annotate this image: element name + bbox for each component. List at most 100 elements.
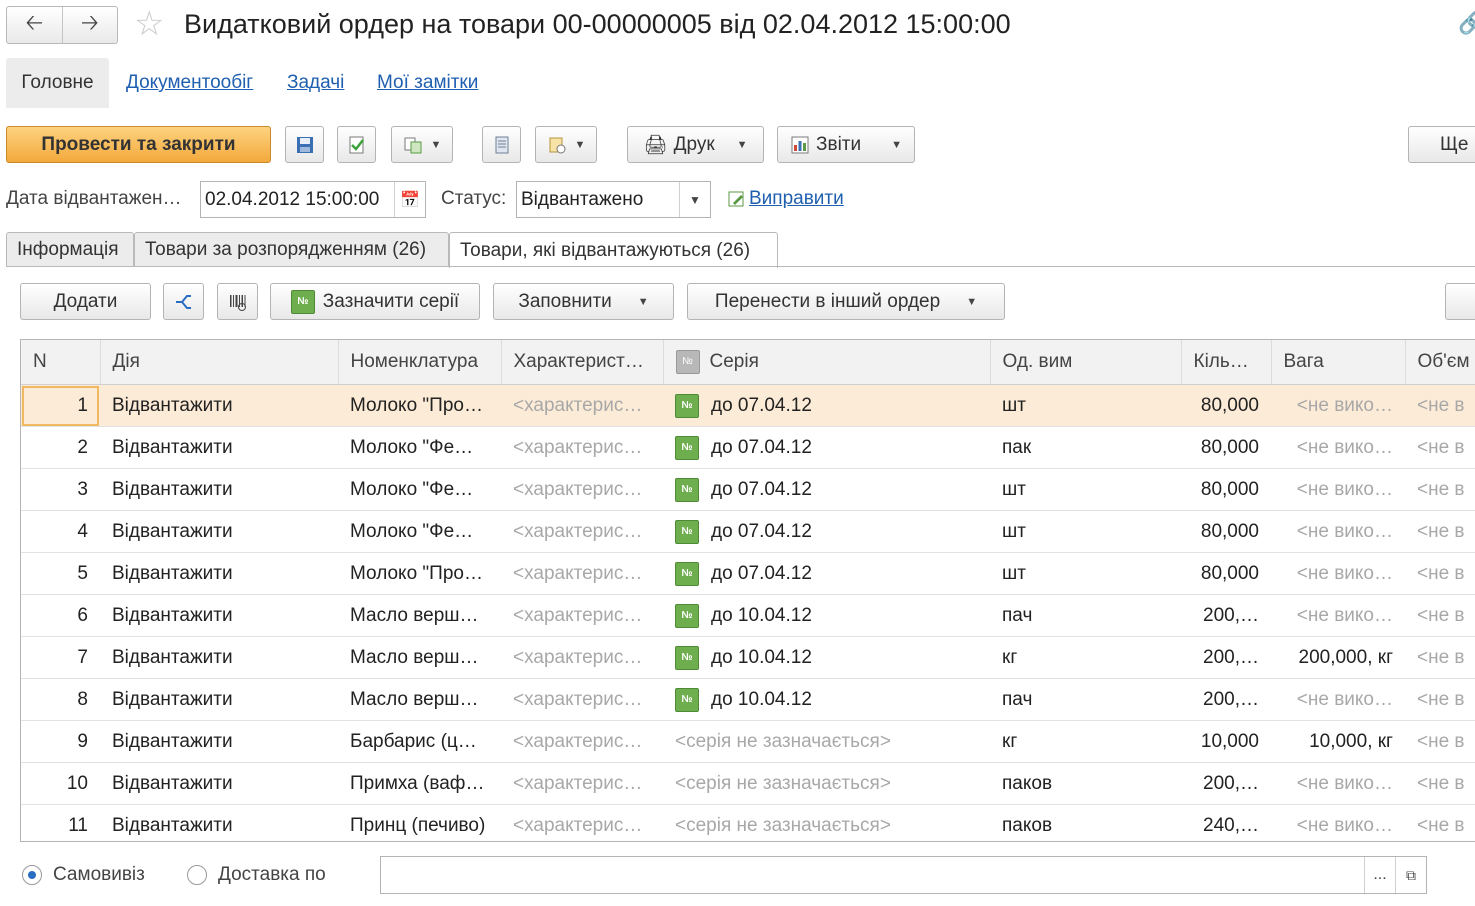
quantity-cell[interactable]: 80,000 [1181, 426, 1271, 469]
item-cell[interactable]: Примха (ваф… [338, 762, 501, 805]
unit-cell[interactable]: кг [990, 720, 1181, 763]
post-button[interactable] [337, 126, 376, 163]
weight-cell[interactable]: <не вико… [1271, 468, 1405, 511]
forward-arrow-icon[interactable]: 🡢 [61, 7, 118, 43]
weight-cell[interactable]: 10,000, кг [1271, 720, 1405, 763]
action-cell[interactable]: Відвантажити [100, 552, 338, 595]
series-cell[interactable]: № до 10.04.12 [663, 594, 990, 637]
pickup-radio[interactable] [22, 865, 42, 885]
weight-cell[interactable]: <не вико… [1271, 594, 1405, 637]
action-cell[interactable]: Відвантажити [100, 678, 338, 721]
status-select[interactable]: Відвантажено ▼ [516, 181, 711, 218]
characteristic-cell[interactable]: <характерис… [501, 552, 663, 595]
add-button[interactable]: Додати [20, 283, 151, 320]
col-header-weight[interactable]: Вага [1271, 340, 1406, 385]
item-cell[interactable]: Молоко "Фе… [338, 426, 501, 469]
row-number[interactable]: 10 [21, 762, 100, 805]
weight-cell[interactable]: <не вико… [1271, 762, 1405, 805]
section-document-flow[interactable]: Документообіг [126, 58, 253, 108]
col-header-characteristic[interactable]: Характерист… [501, 340, 664, 385]
unit-cell[interactable]: пак [990, 426, 1181, 469]
row-number[interactable]: 4 [21, 510, 100, 553]
quantity-cell[interactable]: 200,… [1181, 636, 1271, 679]
quantity-cell[interactable]: 10,000 [1181, 720, 1271, 763]
table-row[interactable]: 7 Відвантажити Масло верш… <характерис… № до … [21, 636, 1475, 679]
select-button[interactable]: ... [1364, 857, 1395, 893]
table-row[interactable]: 8 Відвантажити Масло верш… <характерис… № до … [21, 678, 1475, 721]
characteristic-cell[interactable]: <характерис… [501, 426, 663, 469]
table-row[interactable]: 1 Відвантажити Молоко "Про… <характерис… № до… [21, 384, 1475, 427]
section-main[interactable]: Головне [6, 58, 109, 108]
volume-cell[interactable]: <не в [1405, 384, 1475, 427]
volume-cell[interactable]: <не в [1405, 510, 1475, 553]
volume-cell[interactable]: <не в [1405, 720, 1475, 763]
unit-cell[interactable]: шт [990, 384, 1181, 427]
item-cell[interactable]: Барбарис (ц… [338, 720, 501, 763]
delivery-radio[interactable] [187, 865, 207, 885]
row-number[interactable]: 5 [21, 552, 100, 595]
quantity-cell[interactable]: 80,000 [1181, 552, 1271, 595]
series-cell[interactable]: <серія не зазначається> [663, 804, 990, 841]
volume-cell[interactable]: <не в [1405, 678, 1475, 721]
quantity-cell[interactable]: 80,000 [1181, 384, 1271, 427]
item-cell[interactable]: Масло верш… [338, 636, 501, 679]
col-header-volume[interactable]: Об'єм [1405, 340, 1475, 385]
volume-cell[interactable]: <не в [1405, 468, 1475, 511]
chevron-down-icon[interactable]: ▼ [679, 182, 710, 217]
unit-cell[interactable]: шт [990, 552, 1181, 595]
series-cell[interactable]: <серія не зазначається> [663, 720, 990, 763]
ship-date-field[interactable]: 02.04.2012 15:00:00 📅 [200, 181, 426, 218]
item-cell[interactable]: Масло верш… [338, 678, 501, 721]
table-row[interactable]: 6 Відвантажити Масло верш… <характерис… № до … [21, 594, 1475, 637]
action-cell[interactable]: Відвантажити [100, 594, 338, 637]
tab-shipped-goods[interactable]: Товари, які відвантажуються (26) [449, 232, 778, 268]
characteristic-cell[interactable]: <характерис… [501, 510, 663, 553]
print-button[interactable]: 🖨 Друк ▼ [627, 126, 764, 163]
unit-cell[interactable]: пач [990, 594, 1181, 637]
characteristic-cell[interactable]: <характерис… [501, 468, 663, 511]
characteristic-cell[interactable]: <характерис… [501, 720, 663, 763]
grid-more-button[interactable] [1445, 283, 1475, 320]
item-cell[interactable]: Молоко "Фе… [338, 468, 501, 511]
table-row[interactable]: 3 Відвантажити Молоко "Фе… <характерис… № до … [21, 468, 1475, 511]
table-row[interactable]: 4 Відвантажити Молоко "Фе… <характерис… № до … [21, 510, 1475, 553]
reports-button[interactable]: Звіти ▼ [777, 126, 915, 163]
section-notes[interactable]: Мої замітки [377, 58, 478, 108]
structure-button[interactable] [482, 126, 521, 163]
quantity-cell[interactable]: 80,000 [1181, 510, 1271, 553]
row-number[interactable]: 8 [21, 678, 100, 721]
unit-cell[interactable]: пач [990, 678, 1181, 721]
col-header-series[interactable]: № Серія [663, 340, 991, 385]
action-cell[interactable]: Відвантажити [100, 720, 338, 763]
unit-cell[interactable]: паков [990, 762, 1181, 805]
delivery-address-field[interactable]: ... ⧉ [380, 856, 1427, 894]
create-based-on-button[interactable]: ▼ [391, 126, 453, 163]
series-cell[interactable]: № до 07.04.12 [663, 552, 990, 595]
unit-cell[interactable]: шт [990, 468, 1181, 511]
quantity-cell[interactable]: 200,… [1181, 762, 1271, 805]
volume-cell[interactable]: <не в [1405, 426, 1475, 469]
barcode-search-button[interactable] [217, 283, 258, 320]
item-cell[interactable]: Принц (печиво) [338, 804, 501, 841]
table-row[interactable]: 5 Відвантажити Молоко "Про… <характерис… № до… [21, 552, 1475, 595]
item-cell[interactable]: Молоко "Фе… [338, 510, 501, 553]
row-number[interactable]: 7 [21, 636, 100, 679]
volume-cell[interactable]: <не в [1405, 552, 1475, 595]
volume-cell[interactable]: <не в [1405, 636, 1475, 679]
section-tasks[interactable]: Задачі [287, 58, 344, 108]
weight-cell[interactable]: <не вико… [1271, 678, 1405, 721]
tab-ordered-goods[interactable]: Товари за розпорядженням (26) [134, 232, 449, 267]
table-row[interactable]: 11 Відвантажити Принц (печиво) <характерис…… [21, 804, 1475, 841]
attachments-button[interactable]: ▼ [535, 126, 597, 163]
col-header-unit[interactable]: Од. вим [990, 340, 1182, 385]
action-cell[interactable]: Відвантажити [100, 426, 338, 469]
more-button[interactable]: Ще [1408, 126, 1475, 163]
col-header-action[interactable]: Дія [100, 340, 339, 385]
favorite-star-icon[interactable]: ☆ [134, 6, 164, 42]
volume-cell[interactable]: <не в [1405, 594, 1475, 637]
link-icon[interactable]: 🔗 [1458, 10, 1475, 36]
post-and-close-button[interactable]: Провести та закрити [6, 126, 271, 163]
row-number[interactable]: 3 [21, 468, 100, 511]
unit-cell[interactable]: шт [990, 510, 1181, 553]
series-cell[interactable]: № до 07.04.12 [663, 426, 990, 469]
